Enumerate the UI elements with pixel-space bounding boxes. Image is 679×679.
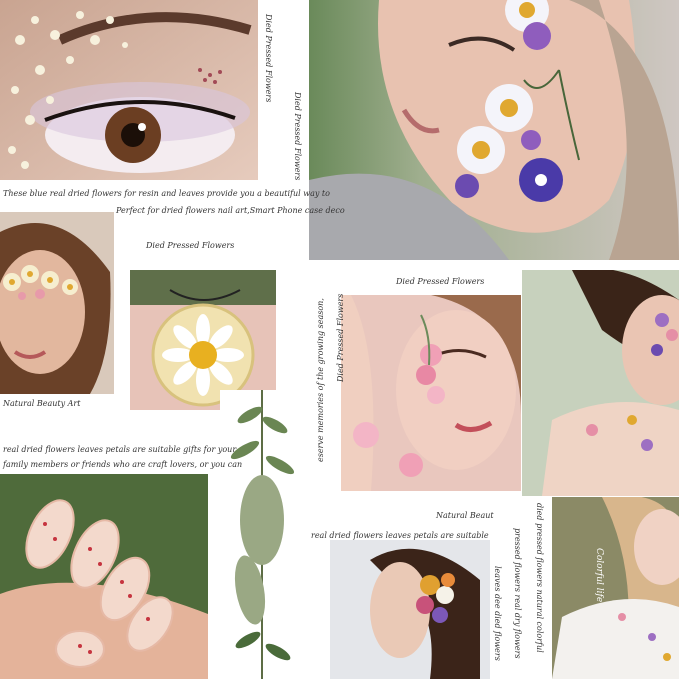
- eye-closeup-photo: [0, 0, 258, 180]
- caption-bottom-line: real dried flowers leaves petals are sui…: [311, 531, 489, 540]
- bride-photo: [552, 497, 679, 679]
- caption-top-vertical-2: Died Pressed Flowers: [293, 92, 302, 181]
- flowers-shoulder-photo: [522, 270, 679, 496]
- caption-gift-line-1: real dried flowers leaves petals are sui…: [3, 445, 237, 454]
- caption-gift-line-2: family members or friends who are craft …: [3, 460, 243, 469]
- caption-right-vertical-2: pressed flowers real dry flowers: [513, 528, 522, 659]
- caption-top-vertical-1: Died Pressed Flowers: [264, 14, 273, 103]
- caption-center-title: Died Pressed Flowers: [396, 277, 485, 286]
- caption-beauty-art: Natural Beauty Art: [3, 399, 81, 408]
- caption-signature: Colorful life: [594, 548, 604, 603]
- caption-season-vertical: eserve memories of the growing season,: [316, 298, 325, 462]
- face-with-daisies-photo: [309, 0, 679, 260]
- caption-desc-line-1: These blue real dried flowers for resin …: [3, 189, 330, 198]
- caption-desc-line-2: Perfect for dried flowers nail art,Smart…: [116, 206, 345, 215]
- caption-pendant-title: Died Pressed Flowers: [146, 241, 235, 250]
- flowers-in-hair-photo: [330, 540, 490, 679]
- fern-leaves-photo: [220, 390, 305, 679]
- caption-right-vertical-1: died pressed flowers natural colorful: [535, 503, 544, 653]
- caption-right-vertical-3: leaves dee died flowers: [493, 566, 502, 661]
- flower-crown-photo: [0, 212, 114, 394]
- pink-flowers-face-photo: [341, 295, 521, 491]
- caption-center-vertical: Died Pressed Flowers: [336, 293, 345, 382]
- nails-photo: [0, 474, 208, 679]
- resin-pendant-photo: [130, 270, 276, 410]
- caption-natural-beaut: Natural Beaut: [436, 511, 494, 520]
